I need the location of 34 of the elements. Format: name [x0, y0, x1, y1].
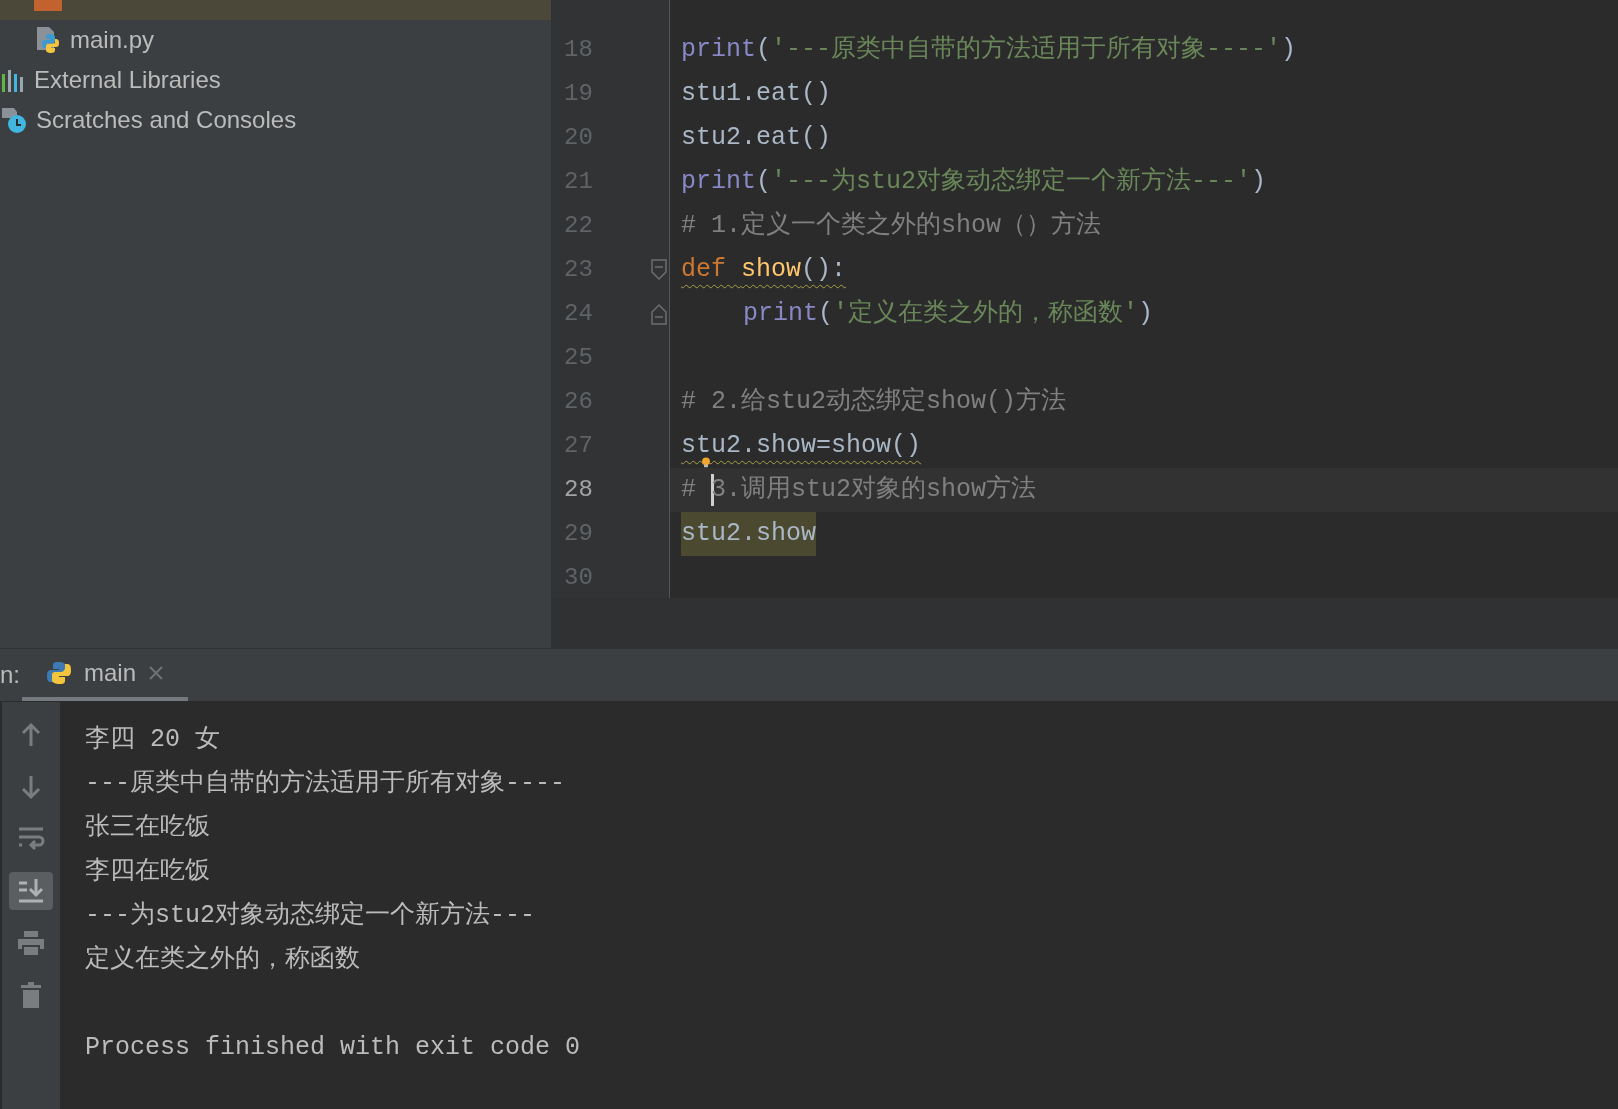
console-output-line: ---原类中自带的方法适用于所有对象----	[85, 768, 566, 801]
fold-marker-icon[interactable]	[651, 259, 667, 281]
console-output-line: 定义在类之外的，称函数	[85, 944, 360, 977]
code-line: stu2.show=show()	[681, 424, 922, 468]
exit-message: Process finished with exit code 0	[85, 1032, 581, 1065]
console-output-line: ---为stu2对象动态绑定一个新方法---	[85, 900, 536, 933]
code-line: print('定义在类之外的，称函数')	[742, 298, 1154, 331]
printer-icon[interactable]	[17, 929, 45, 957]
code-line: stu2.eat()	[681, 122, 832, 155]
library-bars-icon	[2, 68, 26, 92]
code-line: def show():	[681, 254, 847, 287]
lightbulb-icon[interactable]	[699, 457, 713, 468]
scroll-to-end-icon[interactable]	[17, 877, 45, 905]
tree-item[interactable]: External Libraries	[0, 60, 551, 100]
run-label: n:	[0, 660, 21, 690]
tree-item[interactable]: Scratches and Consoles	[0, 100, 551, 140]
up-arrow-icon[interactable]	[20, 722, 42, 748]
code-line: print('---原类中自带的方法适用于所有对象----')	[681, 34, 1297, 67]
console-output-line: 李四在吃饭	[85, 856, 210, 889]
tree-item[interactable]: main.py	[0, 20, 551, 60]
fold-marker-icon[interactable]	[651, 303, 667, 325]
soft-wrap-icon[interactable]	[17, 825, 45, 853]
console-output-line: 张三在吃饭	[85, 812, 210, 845]
line-number: 28	[564, 475, 593, 505]
code-line: # 2.给stu2动态绑定show()方法	[681, 386, 1067, 419]
console-output-line: 李四 20 女	[85, 724, 220, 757]
close-icon[interactable]	[148, 665, 165, 681]
down-arrow-icon[interactable]	[20, 774, 42, 800]
code-line: # 1.定义一个类之外的show（）方法	[681, 210, 1102, 243]
python-file-icon	[34, 26, 62, 54]
python-icon	[46, 660, 72, 686]
trash-icon[interactable]	[20, 981, 42, 1009]
code-line: stu1.eat()	[681, 78, 832, 111]
code-line: print('---为stu2对象动态绑定一个新方法---')	[681, 166, 1267, 199]
